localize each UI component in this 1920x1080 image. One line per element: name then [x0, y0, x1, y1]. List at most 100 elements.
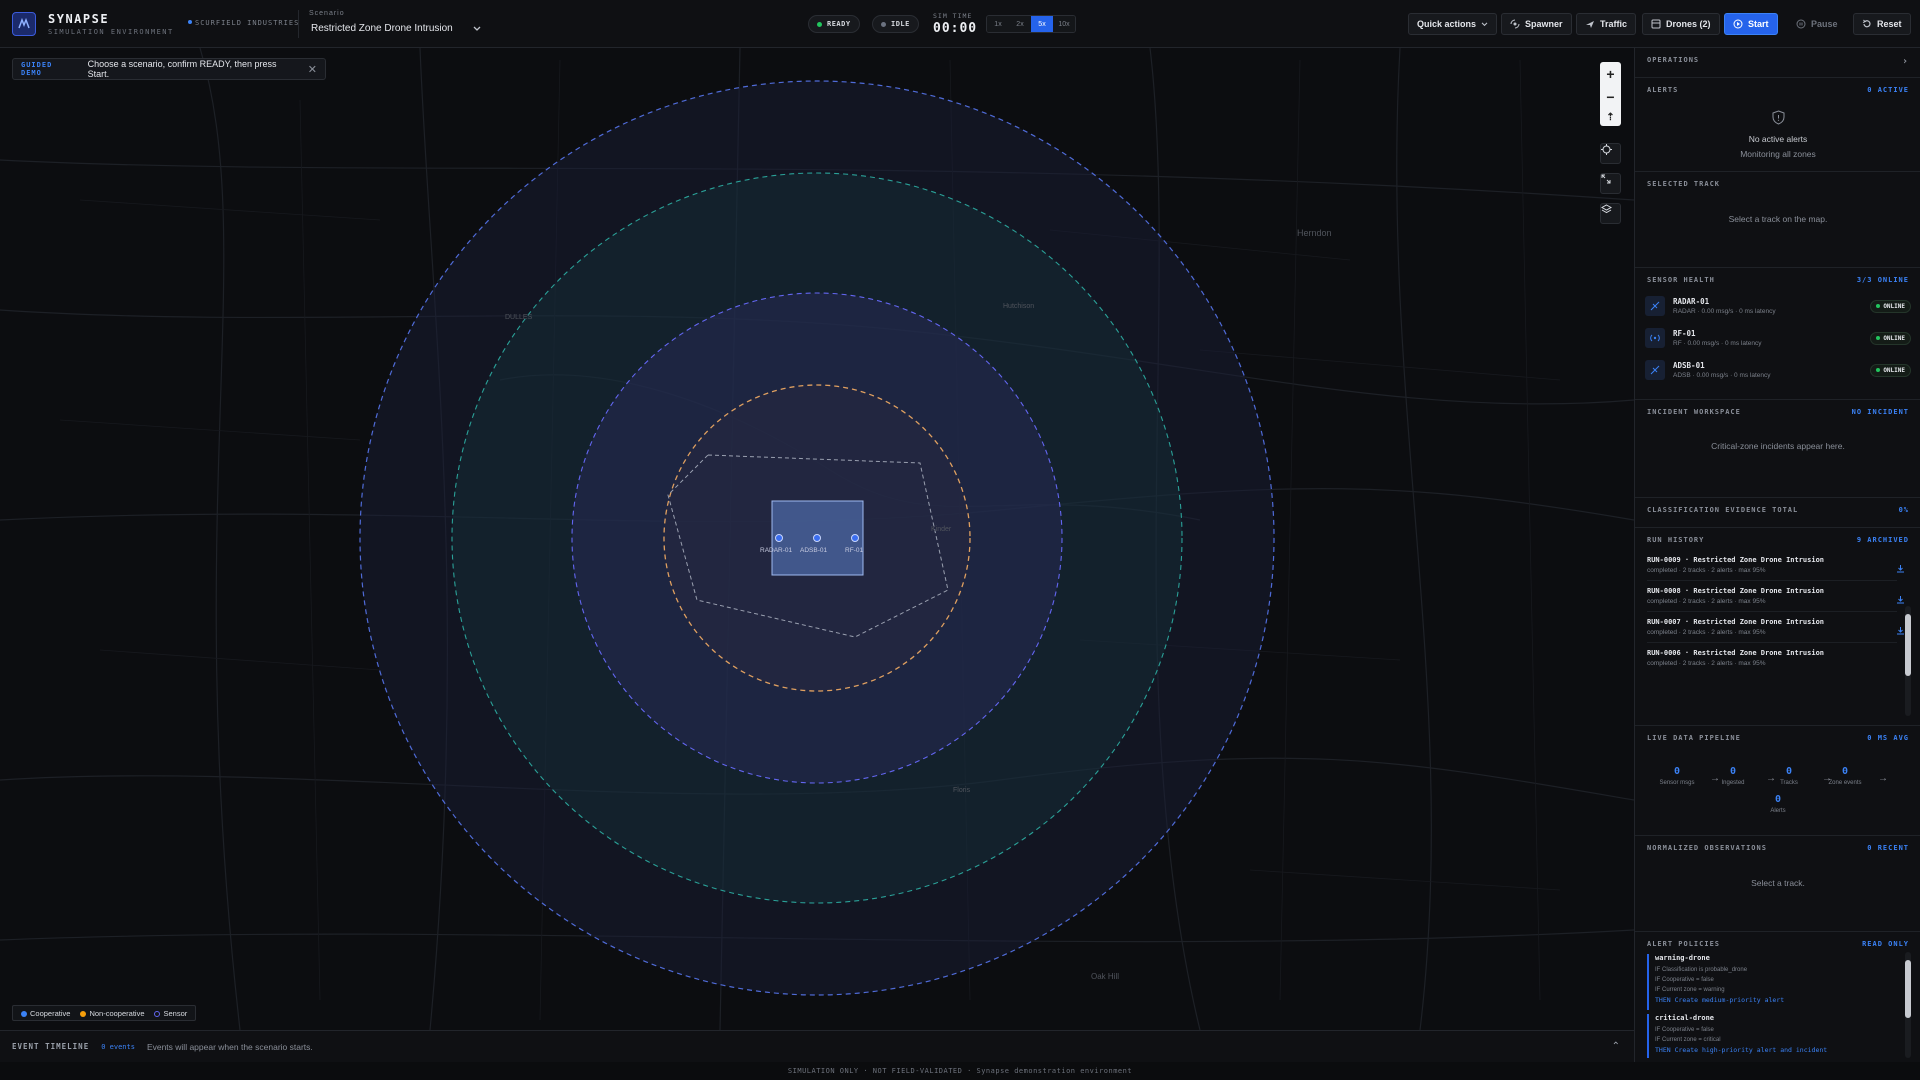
rf-sensor-label: RF-01 [845, 547, 863, 554]
pipeline-stage: 0 Alerts [1751, 794, 1805, 814]
policies-scrollbar[interactable] [1905, 952, 1911, 1058]
reset-button[interactable]: Reset [1853, 13, 1911, 35]
compass-button[interactable]: ⇡ [1606, 112, 1614, 123]
traffic-label: Traffic [1600, 19, 1628, 29]
policy-line: IF Current zone = critical [1655, 1037, 1721, 1043]
stage-label: Zone events [1828, 780, 1862, 786]
scenario-select[interactable]: Restricted Zone Drone Intrusion [309, 21, 481, 36]
divider [298, 10, 299, 38]
reset-label: Reset [1877, 19, 1902, 29]
selected-track-section: SELECTED TRACK Select a track on the map… [1635, 172, 1920, 268]
sensor-row[interactable]: ADSB-01 ADSB · 0.00 msg/s · 0 ms latency … [1645, 356, 1911, 384]
download-icon[interactable] [1896, 560, 1905, 578]
sensor-health-badge: 3/3 ONLINE [1856, 276, 1909, 284]
top-bar: SYNAPSE SIMULATION ENVIRONMENT SCURFIELD… [0, 0, 1920, 48]
download-icon[interactable] [1896, 591, 1905, 609]
speed-5x-button[interactable]: 5x [1031, 16, 1053, 32]
zoom-out-button[interactable]: − [1606, 89, 1614, 105]
sensor-meta: ADSB · 0.00 msg/s · 0 ms latency [1673, 372, 1771, 379]
stage-value: 0 [1673, 766, 1681, 777]
spawner-label: Spawner [1525, 19, 1563, 29]
org-label: SCURFIELD INDUSTRIES [188, 19, 299, 27]
quick-actions-button[interactable]: Quick actions [1408, 13, 1498, 35]
pipeline-stage: 0 Tracks [1762, 766, 1816, 786]
org-dot-icon [188, 20, 192, 24]
fullscreen-button[interactable] [1600, 173, 1621, 194]
list-item[interactable]: RUN-0006 · Restricted Zone Drone Intrusi… [1647, 645, 1897, 667]
chevron-up-icon[interactable]: ⌃ [1612, 1041, 1620, 1052]
zoom-in-button[interactable]: + [1606, 66, 1614, 82]
stage-label: Ingested [1721, 780, 1745, 786]
list-item[interactable]: RUN-0008 · Restricted Zone Drone Intrusi… [1647, 583, 1904, 612]
run-title: RUN-0006 · Restricted Zone Drone Intrusi… [1647, 649, 1825, 657]
download-icon[interactable] [1896, 622, 1905, 640]
play-circle-icon [1733, 19, 1743, 29]
policy-line: IF Cooperative = false [1655, 977, 1714, 983]
speed-2x-button[interactable]: 2x [1009, 16, 1031, 32]
radar-icon [1645, 296, 1665, 316]
synapse-logo-icon [12, 12, 36, 36]
alerts-empty: No active alerts [1748, 134, 1808, 144]
place-label: Kinder [931, 526, 952, 533]
list-item[interactable]: RUN-0009 · Restricted Zone Drone Intrusi… [1647, 552, 1904, 581]
pause-circle-icon [1796, 19, 1806, 29]
list-item: warning-drone IF Classification is proba… [1647, 954, 1897, 1010]
speed-1x-button[interactable]: 1x [987, 16, 1009, 32]
place-label: Floris [953, 787, 971, 794]
layers-button[interactable] [1600, 203, 1621, 224]
sensor-row[interactable]: RF-01 RF · 0.00 msg/s · 0 ms latency ONLI… [1645, 324, 1911, 352]
policies-title: ALERT POLICIES [1647, 940, 1721, 948]
classification-section[interactable]: CLASSIFICATION EVIDENCE TOTAL 0% [1635, 498, 1920, 528]
classification-badge: 0% [1898, 506, 1909, 514]
list-item[interactable]: RUN-0007 · Restricted Zone Drone Intrusi… [1647, 614, 1904, 643]
noncooperative-dot-icon [80, 1010, 87, 1017]
list-item: critical-drone IF Cooperative = false IF… [1647, 1014, 1897, 1058]
arrow-right-icon: → [1878, 773, 1888, 784]
place-label: Oak Hill [1091, 972, 1120, 981]
policy-then: THEN Create medium-priority alert [1655, 996, 1785, 1004]
policy-name: critical-drone [1655, 1014, 1715, 1022]
start-button[interactable]: Start [1724, 13, 1778, 35]
selected-track-title: SELECTED TRACK [1647, 180, 1721, 188]
crosshair-icon [1601, 144, 1612, 155]
legend-noncooperative: Non-cooperative [80, 1009, 144, 1018]
pipeline-stage: 0 Sensor msgs [1650, 766, 1704, 786]
map-view[interactable]: RADAR-01 ADSB-01 RF-01 Herndon DULLES Hu… [0, 48, 1634, 1030]
pause-label: Pause [1811, 19, 1838, 29]
recenter-button[interactable] [1600, 143, 1621, 164]
sensor-health-title: SENSOR HEALTH [1647, 276, 1715, 284]
app-name: SYNAPSE [48, 12, 110, 26]
event-timeline[interactable]: EVENT TIMELINE 0 events Events will appe… [0, 1030, 1634, 1062]
policy-line: IF Classification is probable_drone [1655, 967, 1748, 973]
zoom-control: + − ⇡ [1600, 62, 1621, 126]
policy-line: IF Current zone = warning [1655, 987, 1725, 993]
stage-value: 0 [1841, 766, 1849, 777]
traffic-button[interactable]: Traffic [1576, 13, 1637, 35]
guided-demo-message: Choose a scenario, confirm READY, then p… [87, 59, 277, 79]
idle-label: IDLE [891, 20, 910, 28]
run-history-badge: 9 ARCHIVED [1856, 536, 1909, 544]
reset-icon [1862, 19, 1871, 28]
timeline-count: 0 events [101, 1042, 135, 1051]
adsb-sensor-marker[interactable] [813, 534, 821, 542]
run-history-scrollbar[interactable] [1905, 606, 1911, 716]
drones-button[interactable]: Drones (2) [1642, 13, 1720, 35]
rf-sensor-marker[interactable] [851, 534, 859, 542]
radar-sensor-marker[interactable] [775, 534, 783, 542]
close-icon[interactable]: ✕ [308, 63, 317, 76]
sensor-row[interactable]: RADAR-01 RADAR · 0.00 msg/s · 0 ms latenc… [1645, 292, 1911, 320]
speed-10x-button[interactable]: 10x [1053, 16, 1075, 32]
pause-button[interactable]: Pause [1787, 13, 1847, 35]
selected-track-empty: Select a track on the map. [1728, 214, 1828, 224]
alerts-sub: Monitoring all zones [1740, 149, 1816, 159]
stage-value: 0 [1729, 766, 1737, 777]
spawner-button[interactable]: Spawner [1501, 13, 1572, 35]
sensor-name: ADSB-01 [1673, 361, 1705, 370]
speed-selector: 1x 2x 5x 10x [986, 15, 1076, 33]
stage-label: Sensor msgs [1659, 780, 1695, 786]
guided-demo-banner: GUIDED DEMO Choose a scenario, confirm R… [12, 58, 326, 80]
sensor-meta: RF · 0.00 msg/s · 0 ms latency [1673, 340, 1762, 347]
download-icon[interactable] [1896, 653, 1897, 667]
run-history-title: RUN HISTORY [1647, 536, 1705, 544]
chevron-right-icon[interactable]: › [1902, 56, 1909, 67]
